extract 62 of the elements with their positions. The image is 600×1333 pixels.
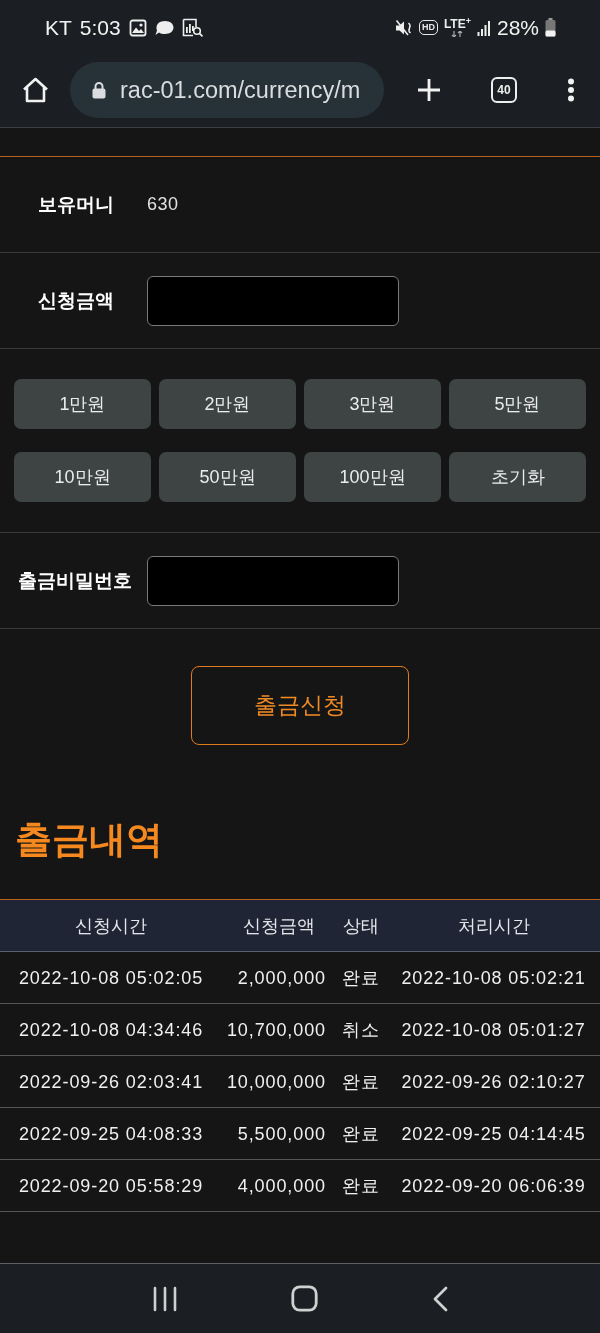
table-cell-text: 2,000,000	[236, 966, 327, 990]
field-label: 출금비밀번호	[18, 568, 133, 593]
field-label: 보유머니	[38, 192, 115, 217]
hd-voice-indicator: HD	[418, 20, 438, 35]
table-cell-text: 4,000,000	[236, 1174, 327, 1198]
back-icon[interactable]	[432, 1285, 449, 1312]
quick-amount-button[interactable]: 50만원	[159, 452, 296, 502]
quick-amount-button[interactable]: 5만원	[449, 379, 586, 429]
battery-percent-text: 28%	[496, 17, 539, 38]
table-cell-text: 2022-10-08 05:02:05	[17, 966, 205, 990]
column-header: 상태	[342, 914, 380, 938]
signal-icon	[476, 19, 491, 36]
table-cell-text: 2022-10-08 05:02:21	[400, 966, 587, 990]
table-cell-text: 취소	[341, 1018, 381, 1042]
withdraw-request-button[interactable]: 출금신청	[191, 666, 409, 745]
table-cell-text: 2022-09-25 04:08:33	[17, 1122, 205, 1146]
mute-icon	[394, 18, 413, 37]
battery-icon	[545, 18, 556, 37]
column-header: 신청금액	[241, 914, 316, 938]
table-cell-text: 10,700,000	[225, 1018, 327, 1042]
table-cell-text: 완료	[341, 1122, 381, 1146]
recent-apps-icon[interactable]	[151, 1285, 178, 1312]
home-button-icon[interactable]	[291, 1285, 319, 1312]
field-label: 신청금액	[38, 288, 115, 313]
more-menu-icon[interactable]	[567, 78, 575, 102]
amount-input[interactable]	[147, 275, 399, 326]
tab-switcher-button[interactable]: 40	[491, 77, 517, 103]
column-header: 처리시간	[456, 914, 531, 938]
table-cell-text: 2022-10-08 05:01:27	[400, 1018, 587, 1042]
carrier-text: KT	[45, 17, 72, 38]
balance-value: 630	[147, 194, 179, 215]
table-cell-text: 2022-09-25 04:14:45	[400, 1122, 587, 1146]
quick-amount-button[interactable]: 100만원	[304, 452, 441, 502]
table-cell-text: 2022-09-20 06:06:39	[400, 1174, 587, 1198]
data-arrows-icon	[451, 31, 464, 37]
analytics-search-icon	[181, 18, 204, 37]
quick-amount-button[interactable]: 2만원	[159, 379, 296, 429]
table-cell-text: 10,000,000	[225, 1070, 327, 1094]
table-cell-text: 2022-09-20 05:58:29	[17, 1174, 205, 1198]
table-cell-text: 2022-10-08 04:34:46	[17, 1018, 205, 1042]
chat-bubble-icon	[154, 19, 174, 36]
table-cell-text: 2022-09-26 02:03:41	[17, 1070, 205, 1094]
url-text: rac-01.com/currency/m	[120, 76, 361, 104]
plus-icon[interactable]	[417, 78, 441, 102]
table-cell-text: 완료	[341, 1070, 381, 1094]
address-bar[interactable]: rac-01.com/currency/m	[70, 62, 384, 118]
clock-text: 5:03	[79, 17, 121, 38]
network-type-text: LTE$^{+}$	[443, 18, 471, 30]
quick-amount-button[interactable]: 1만원	[14, 379, 151, 429]
password-input[interactable]	[147, 555, 399, 606]
home-icon[interactable]	[21, 77, 49, 103]
quick-amount-button[interactable]: 3만원	[304, 379, 441, 429]
table-cell-text: 5,500,000	[236, 1122, 327, 1146]
quick-amount-button[interactable]: 10만원	[14, 452, 151, 502]
table-cell-text: 완료	[341, 1174, 381, 1198]
lock-icon	[92, 81, 106, 99]
section-heading: 출금내역	[15, 818, 163, 862]
image-icon	[128, 18, 147, 37]
table-cell-text: 2022-09-26 02:10:27	[400, 1070, 587, 1094]
column-header: 신청시간	[74, 914, 148, 938]
quick-amount-button[interactable]: 초기화	[449, 452, 586, 502]
table-cell-text: 완료	[341, 966, 381, 990]
